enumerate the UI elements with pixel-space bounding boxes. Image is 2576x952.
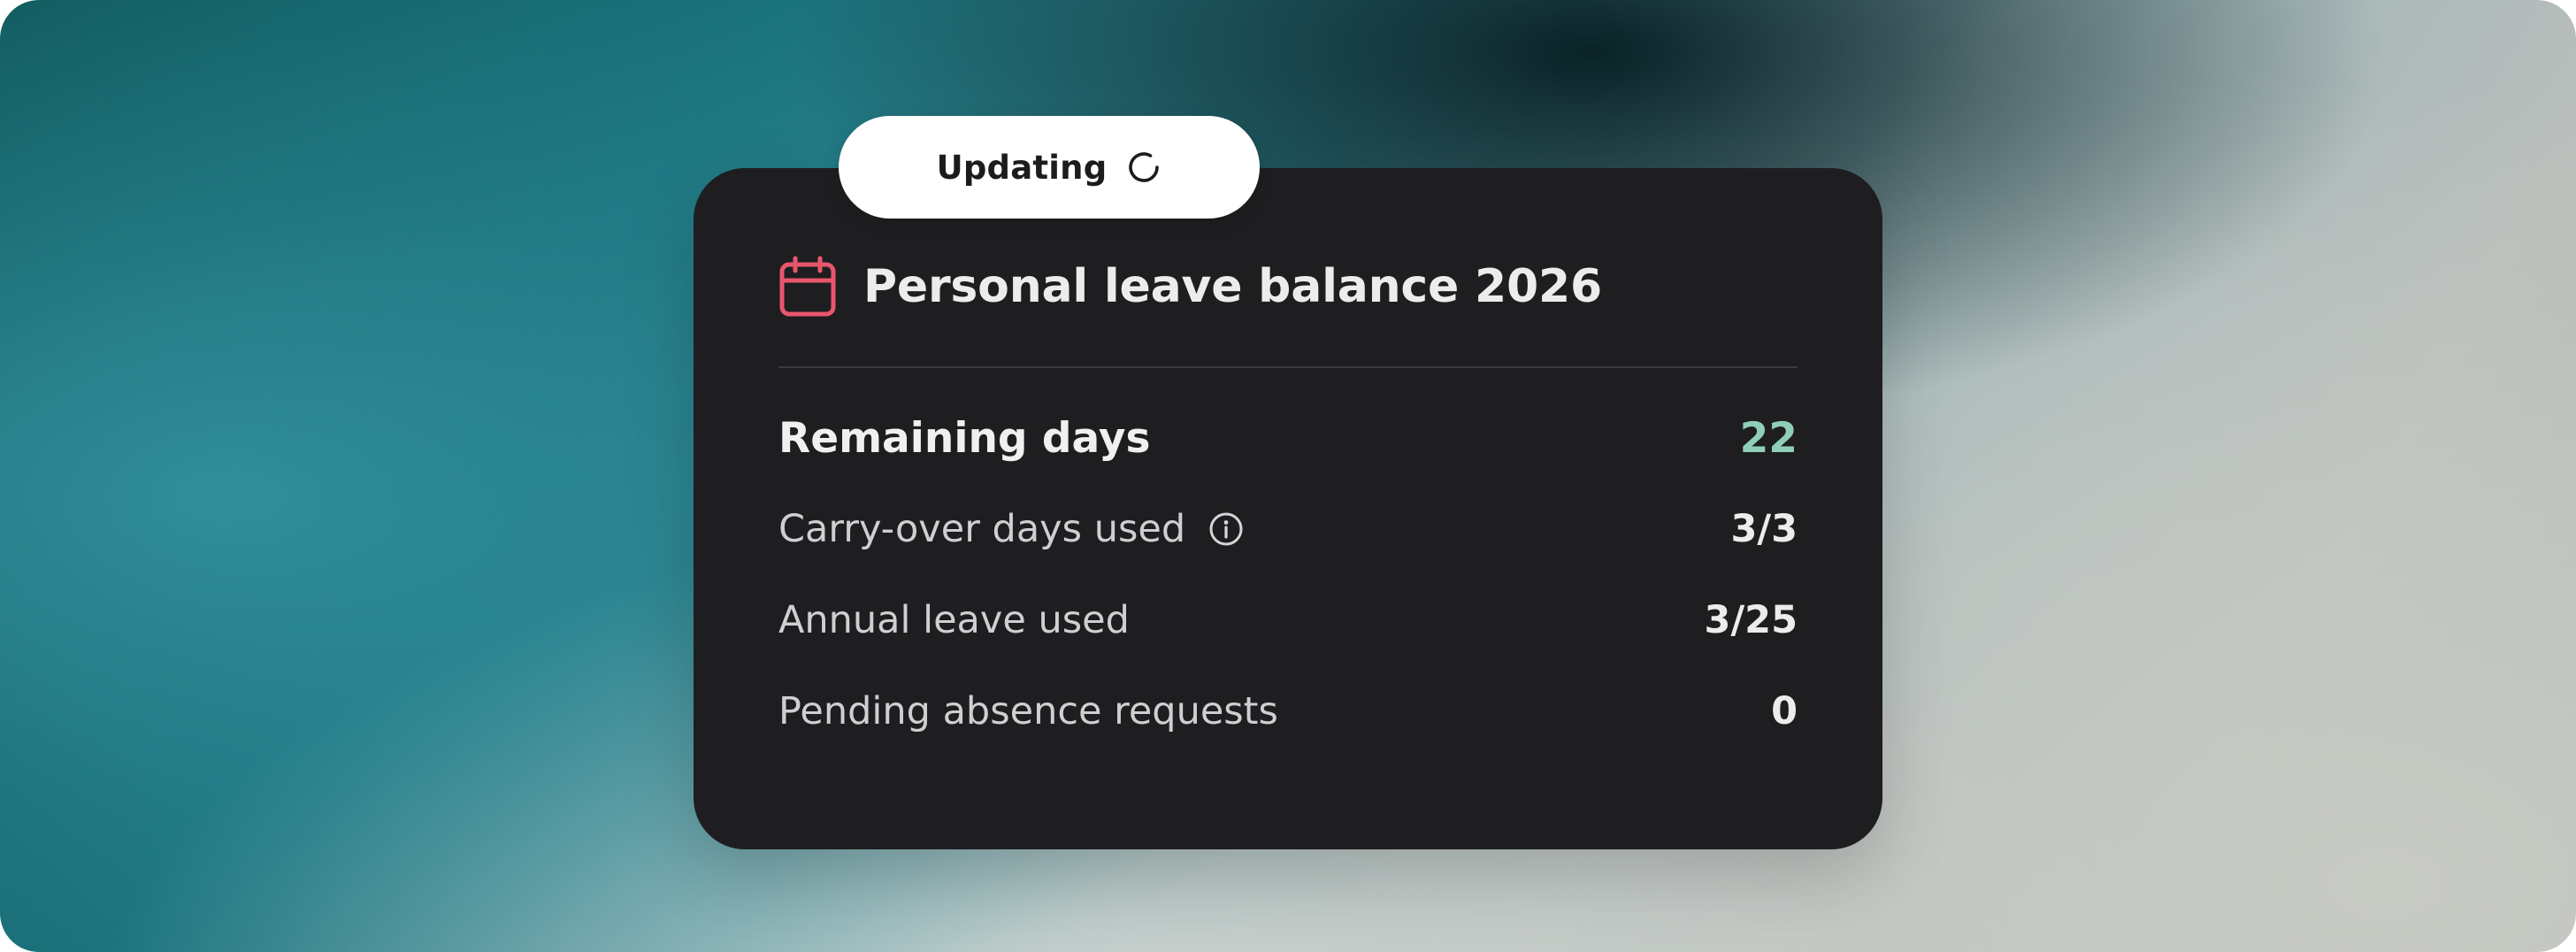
leave-balance-card: Personal leave balance 2026 Remaining da… [694, 168, 1882, 849]
pending-requests-label-text: Pending absence requests [778, 689, 1278, 733]
remaining-days-row: Remaining days 22 [778, 414, 1798, 463]
updating-label: Updating [936, 148, 1108, 187]
carry-over-days-row: Carry-over days used 3/3 [778, 507, 1798, 551]
annual-leave-label: Annual leave used [778, 598, 1130, 642]
header-divider [778, 366, 1798, 368]
calendar-icon [779, 256, 836, 317]
pending-requests-label: Pending absence requests [778, 689, 1278, 733]
annual-leave-label-text: Annual leave used [778, 598, 1130, 642]
remaining-days-label-text: Remaining days [778, 414, 1151, 463]
remaining-days-value: 22 [1739, 414, 1798, 463]
info-icon[interactable] [1208, 511, 1244, 547]
loading-spinner-icon [1129, 152, 1160, 182]
pending-requests-value: 0 [1771, 689, 1798, 733]
carry-over-days-value: 3/3 [1730, 507, 1798, 551]
background-frame: Personal leave balance 2026 Remaining da… [0, 0, 2576, 952]
pending-requests-row: Pending absence requests 0 [778, 689, 1798, 733]
remaining-days-label: Remaining days [778, 414, 1150, 463]
annual-leave-row: Annual leave used 3/25 [778, 598, 1798, 642]
updating-status-pill: Updating [839, 116, 1260, 219]
card-header: Personal leave balance 2026 [778, 255, 1602, 319]
annual-leave-value: 3/25 [1704, 598, 1798, 642]
carry-over-days-label: Carry-over days used [778, 507, 1244, 551]
carry-over-days-label-text: Carry-over days used [778, 507, 1186, 551]
card-title: Personal leave balance 2026 [863, 260, 1602, 313]
